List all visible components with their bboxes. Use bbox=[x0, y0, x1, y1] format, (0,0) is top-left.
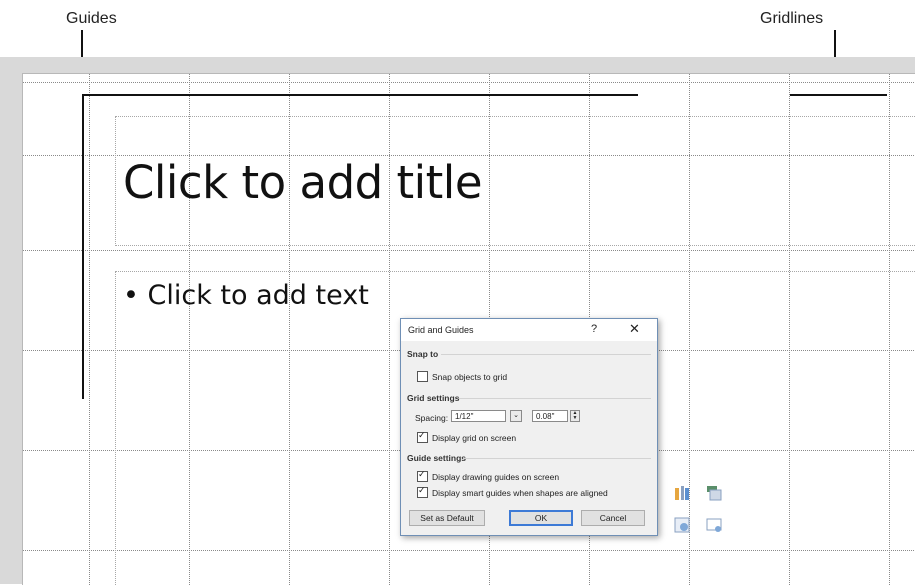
set-as-default-button[interactable]: Set as Default bbox=[409, 510, 485, 526]
snap-objects-label: Snap objects to grid bbox=[432, 372, 508, 382]
body-placeholder-text: • Click to add text bbox=[123, 280, 369, 311]
display-grid-checkbox[interactable] bbox=[417, 430, 428, 443]
gridline bbox=[89, 74, 90, 585]
divider bbox=[459, 398, 651, 399]
snap-to-section-label: Snap to bbox=[407, 349, 439, 359]
web-layout-icon[interactable] bbox=[705, 516, 723, 534]
display-guides-checkbox[interactable] bbox=[417, 469, 428, 482]
display-guides-label: Display drawing guides on screen bbox=[432, 472, 560, 482]
ok-button[interactable]: OK bbox=[509, 510, 573, 526]
gridlines-callout-label: Gridlines bbox=[760, 10, 824, 27]
guides-callout-label: Guides bbox=[66, 10, 117, 27]
spacing-number-input[interactable]: 0.08" bbox=[532, 410, 568, 422]
smart-guides-checkbox[interactable] bbox=[417, 485, 428, 498]
help-icon[interactable]: ? bbox=[591, 323, 597, 335]
divider bbox=[441, 354, 651, 355]
grid-and-guides-dialog: Grid and Guides ? ✕ Snap to Snap objects… bbox=[400, 318, 658, 536]
close-icon[interactable]: ✕ bbox=[629, 321, 640, 337]
divider bbox=[463, 458, 651, 459]
display-grid-label: Display grid on screen bbox=[432, 433, 517, 443]
grid-settings-section-label: Grid settings bbox=[407, 393, 460, 403]
gridline bbox=[23, 250, 915, 251]
chevron-down-icon[interactable]: ⌄ bbox=[510, 410, 522, 422]
horizontal-guide-right[interactable] bbox=[790, 94, 887, 96]
picture-layout-icon[interactable] bbox=[673, 516, 691, 534]
snap-objects-checkbox[interactable] bbox=[417, 371, 428, 382]
title-placeholder-text: Click to add title bbox=[123, 156, 483, 209]
cancel-button[interactable]: Cancel bbox=[581, 510, 645, 526]
dialog-title: Grid and Guides bbox=[408, 325, 474, 335]
vertical-guide[interactable] bbox=[82, 94, 84, 399]
stack-icon[interactable] bbox=[705, 484, 723, 502]
columns-icon[interactable] bbox=[673, 484, 691, 502]
spacing-dropdown[interactable]: 1/12" bbox=[451, 410, 506, 422]
gridline bbox=[23, 82, 915, 83]
spacing-label: Spacing: bbox=[415, 413, 449, 423]
spin-buttons[interactable]: ▲ ▼ bbox=[570, 410, 580, 422]
horizontal-guide[interactable] bbox=[83, 94, 638, 96]
smart-guides-label: Display smart guides when shapes are ali… bbox=[432, 488, 608, 498]
dialog-titlebar[interactable]: Grid and Guides ? ✕ bbox=[401, 319, 657, 341]
guide-settings-section-label: Guide settings bbox=[407, 453, 467, 463]
